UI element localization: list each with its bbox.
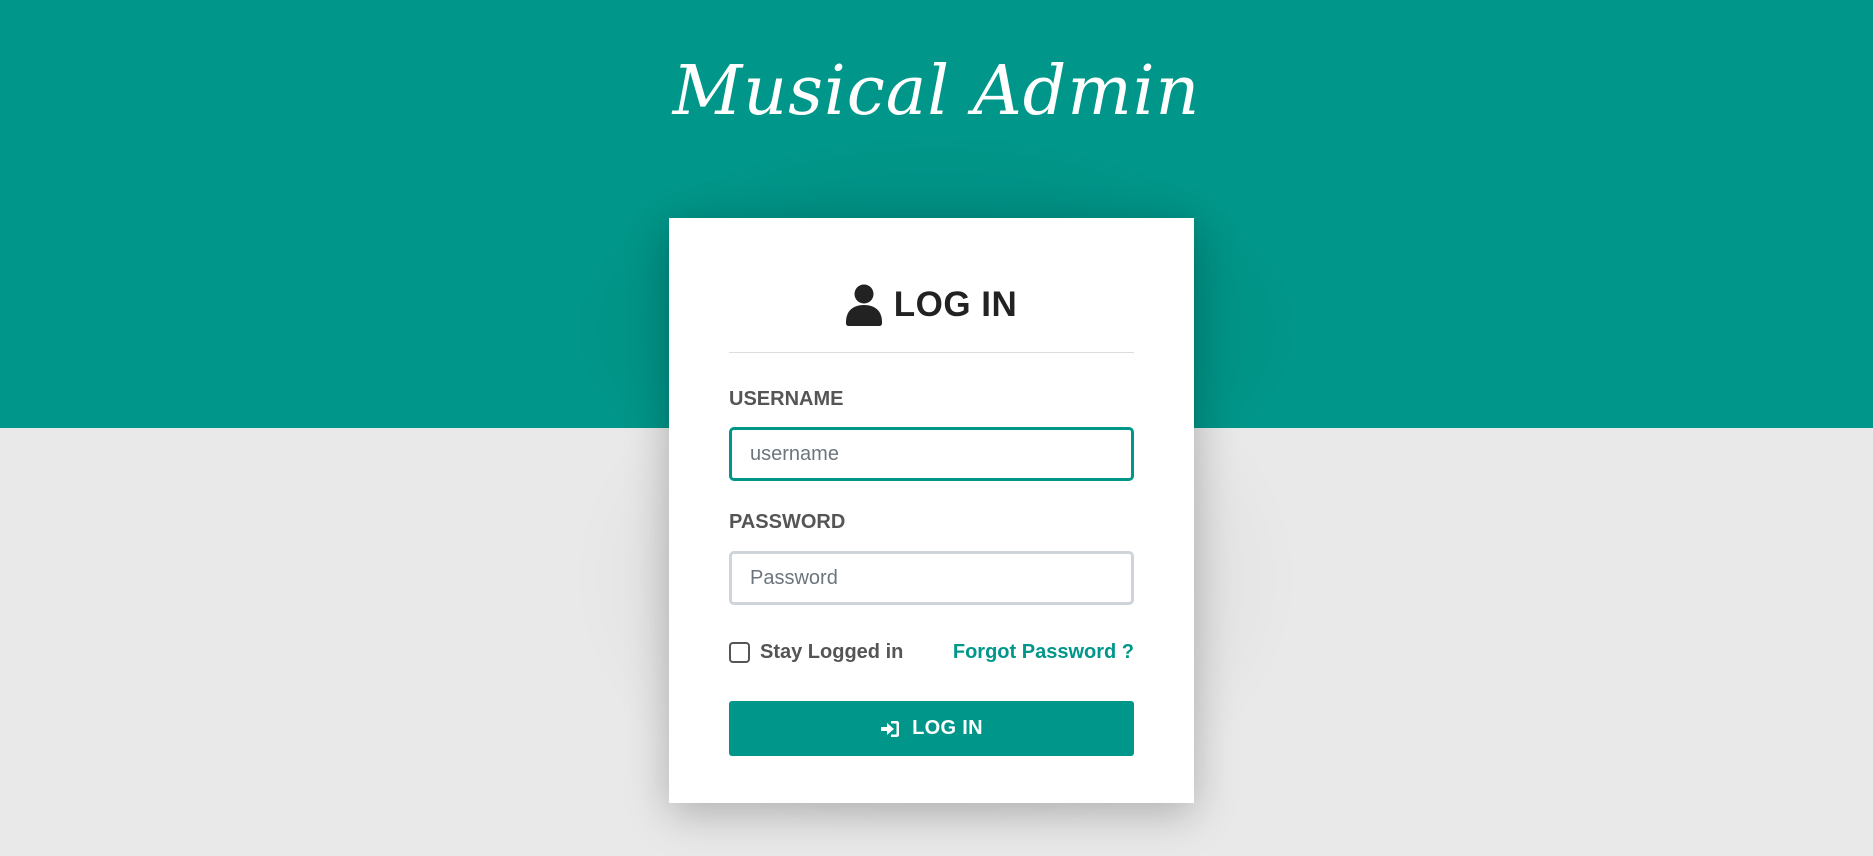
username-label: USERNAME [729,388,844,410]
forgot-password-link[interactable]: Forgot Password ? [953,636,1134,668]
stay-logged-in-checkbox[interactable] [729,641,750,663]
stay-logged-in[interactable]: Stay Logged in [729,636,903,668]
login-button-label: LOG IN [912,717,983,739]
login-button[interactable]: LOG IN [729,701,1134,756]
user-icon [845,284,882,326]
login-card: LOG IN USERNAME PASSWORD Stay Logged in … [669,218,1194,803]
username-input[interactable] [729,427,1134,481]
sign-in-icon [881,720,900,737]
login-title: LOG IN [893,285,1018,324]
password-label: PASSWORD [729,511,846,533]
password-input[interactable] [729,551,1134,605]
login-card-header: LOG IN [729,278,1134,332]
header-divider [729,352,1134,353]
stay-logged-in-label[interactable]: Stay Logged in [760,641,903,664]
brand-title: Musical Admin [672,52,1201,131]
